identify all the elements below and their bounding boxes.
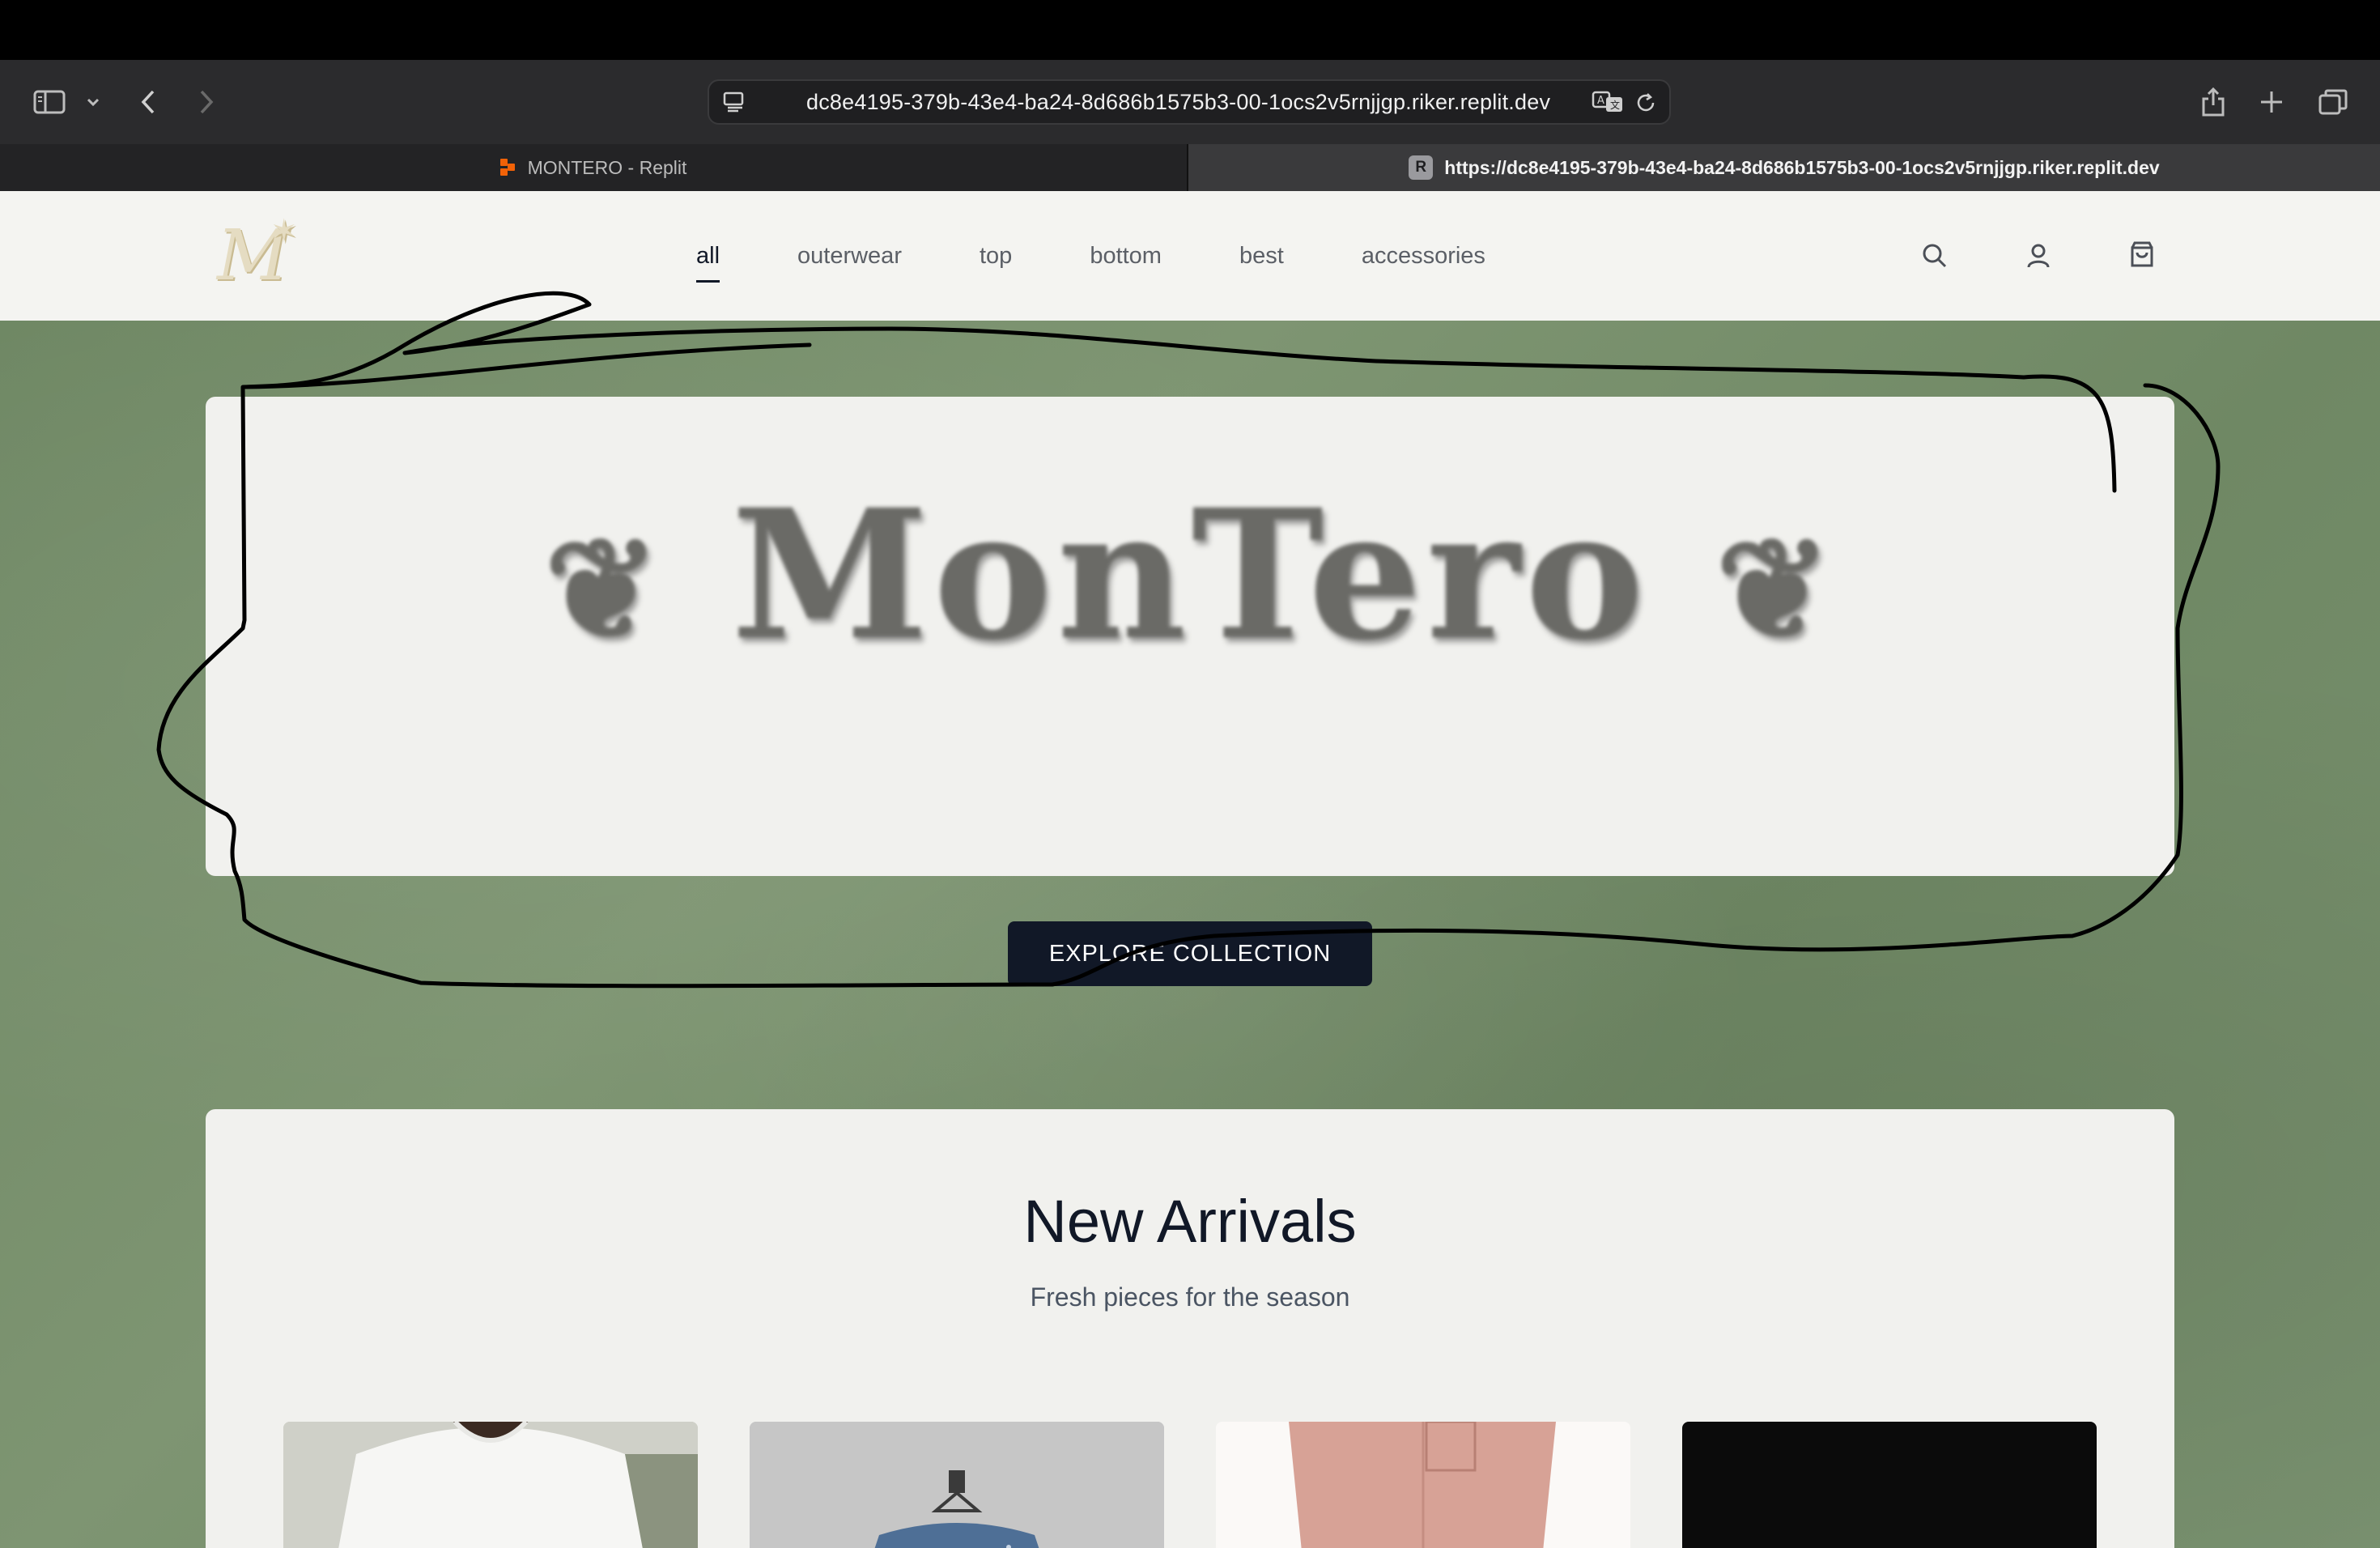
translate-icon[interactable]: A文 — [1592, 89, 1624, 119]
product-card-dark-item[interactable] — [1682, 1422, 2097, 1548]
website-viewport: M ✶ all outerwear top bottom best accesso… — [0, 191, 2380, 1548]
section-title: New Arrivals — [1023, 1188, 1357, 1255]
user-icon[interactable] — [2022, 240, 2055, 276]
ornament-left-icon: ❦ — [544, 508, 665, 670]
back-icon[interactable] — [136, 81, 160, 123]
tab-strip: MONTERO - Replit R https://dc8e4195-379b… — [0, 144, 2380, 191]
explore-collection-button[interactable]: EXPLORE COLLECTION — [1008, 921, 1372, 986]
replit-icon — [499, 159, 516, 176]
url-text: dc8e4195-379b-43e4-ba24-8d686b1575b3-00-… — [806, 90, 1551, 114]
svg-text:文: 文 — [1610, 99, 1620, 111]
nav-all[interactable]: all — [696, 243, 720, 283]
hero-brand-title: ❦ MonTero ❦ — [206, 486, 2174, 678]
site-favicon-icon: R — [1409, 155, 1434, 180]
nav-bottom[interactable]: bottom — [1090, 243, 1162, 270]
section-subtitle: Fresh pieces for the season — [1030, 1282, 1350, 1312]
reload-icon[interactable] — [1634, 91, 1658, 119]
nav-top[interactable]: top — [980, 243, 1012, 270]
ornament-right-icon: ❦ — [1715, 508, 1836, 670]
shopping-bag-icon[interactable] — [2126, 238, 2158, 274]
star-icon: ✶ — [270, 213, 298, 250]
forward-icon[interactable] — [194, 81, 219, 123]
page-settings-icon[interactable] — [722, 91, 746, 117]
browser-toolbar: dc8e4195-379b-43e4-ba24-8d686b1575b3-00-… — [0, 60, 2380, 146]
new-tab-icon[interactable] — [2257, 81, 2286, 123]
tab-current-site[interactable]: R https://dc8e4195-379b-43e4-ba24-8d686b… — [1188, 144, 2380, 191]
tab-overview-icon[interactable] — [2317, 81, 2349, 123]
tab-title: MONTERO - Replit — [527, 156, 687, 178]
brand-logo[interactable]: M ✶ — [217, 213, 306, 296]
nav-outerwear[interactable]: outerwear — [797, 243, 902, 270]
address-bar[interactable]: dc8e4195-379b-43e4-ba24-8d686b1575b3-00-… — [708, 79, 1671, 125]
nav-accessories[interactable]: accessories — [1362, 243, 1485, 270]
product-card-denim-shirt[interactable] — [750, 1422, 1164, 1548]
tab-title: https://dc8e4195-379b-43e4-ba24-8d686b15… — [1444, 156, 2160, 178]
share-icon[interactable] — [2199, 81, 2228, 123]
category-nav: all outerwear top bottom best accessorie… — [696, 191, 1563, 321]
chevron-down-icon[interactable] — [84, 81, 102, 123]
hero-title-text: MonTero — [731, 470, 1649, 679]
sidebar-icon[interactable] — [31, 81, 68, 123]
site-header: M ✶ all outerwear top bottom best accesso… — [0, 191, 2380, 321]
svg-text:A: A — [1597, 95, 1604, 107]
product-card-white-tee[interactable] — [283, 1422, 698, 1548]
screen-top-bar — [0, 0, 2380, 60]
tab-montero-replit[interactable]: MONTERO - Replit — [0, 144, 1188, 191]
search-icon[interactable] — [1919, 240, 1951, 276]
nav-best[interactable]: best — [1239, 243, 1284, 270]
hero-banner: ❦ MonTero ❦ EXPLORE COLLECTION — [206, 397, 2174, 986]
product-card-pink-pants[interactable] — [1216, 1422, 1630, 1548]
